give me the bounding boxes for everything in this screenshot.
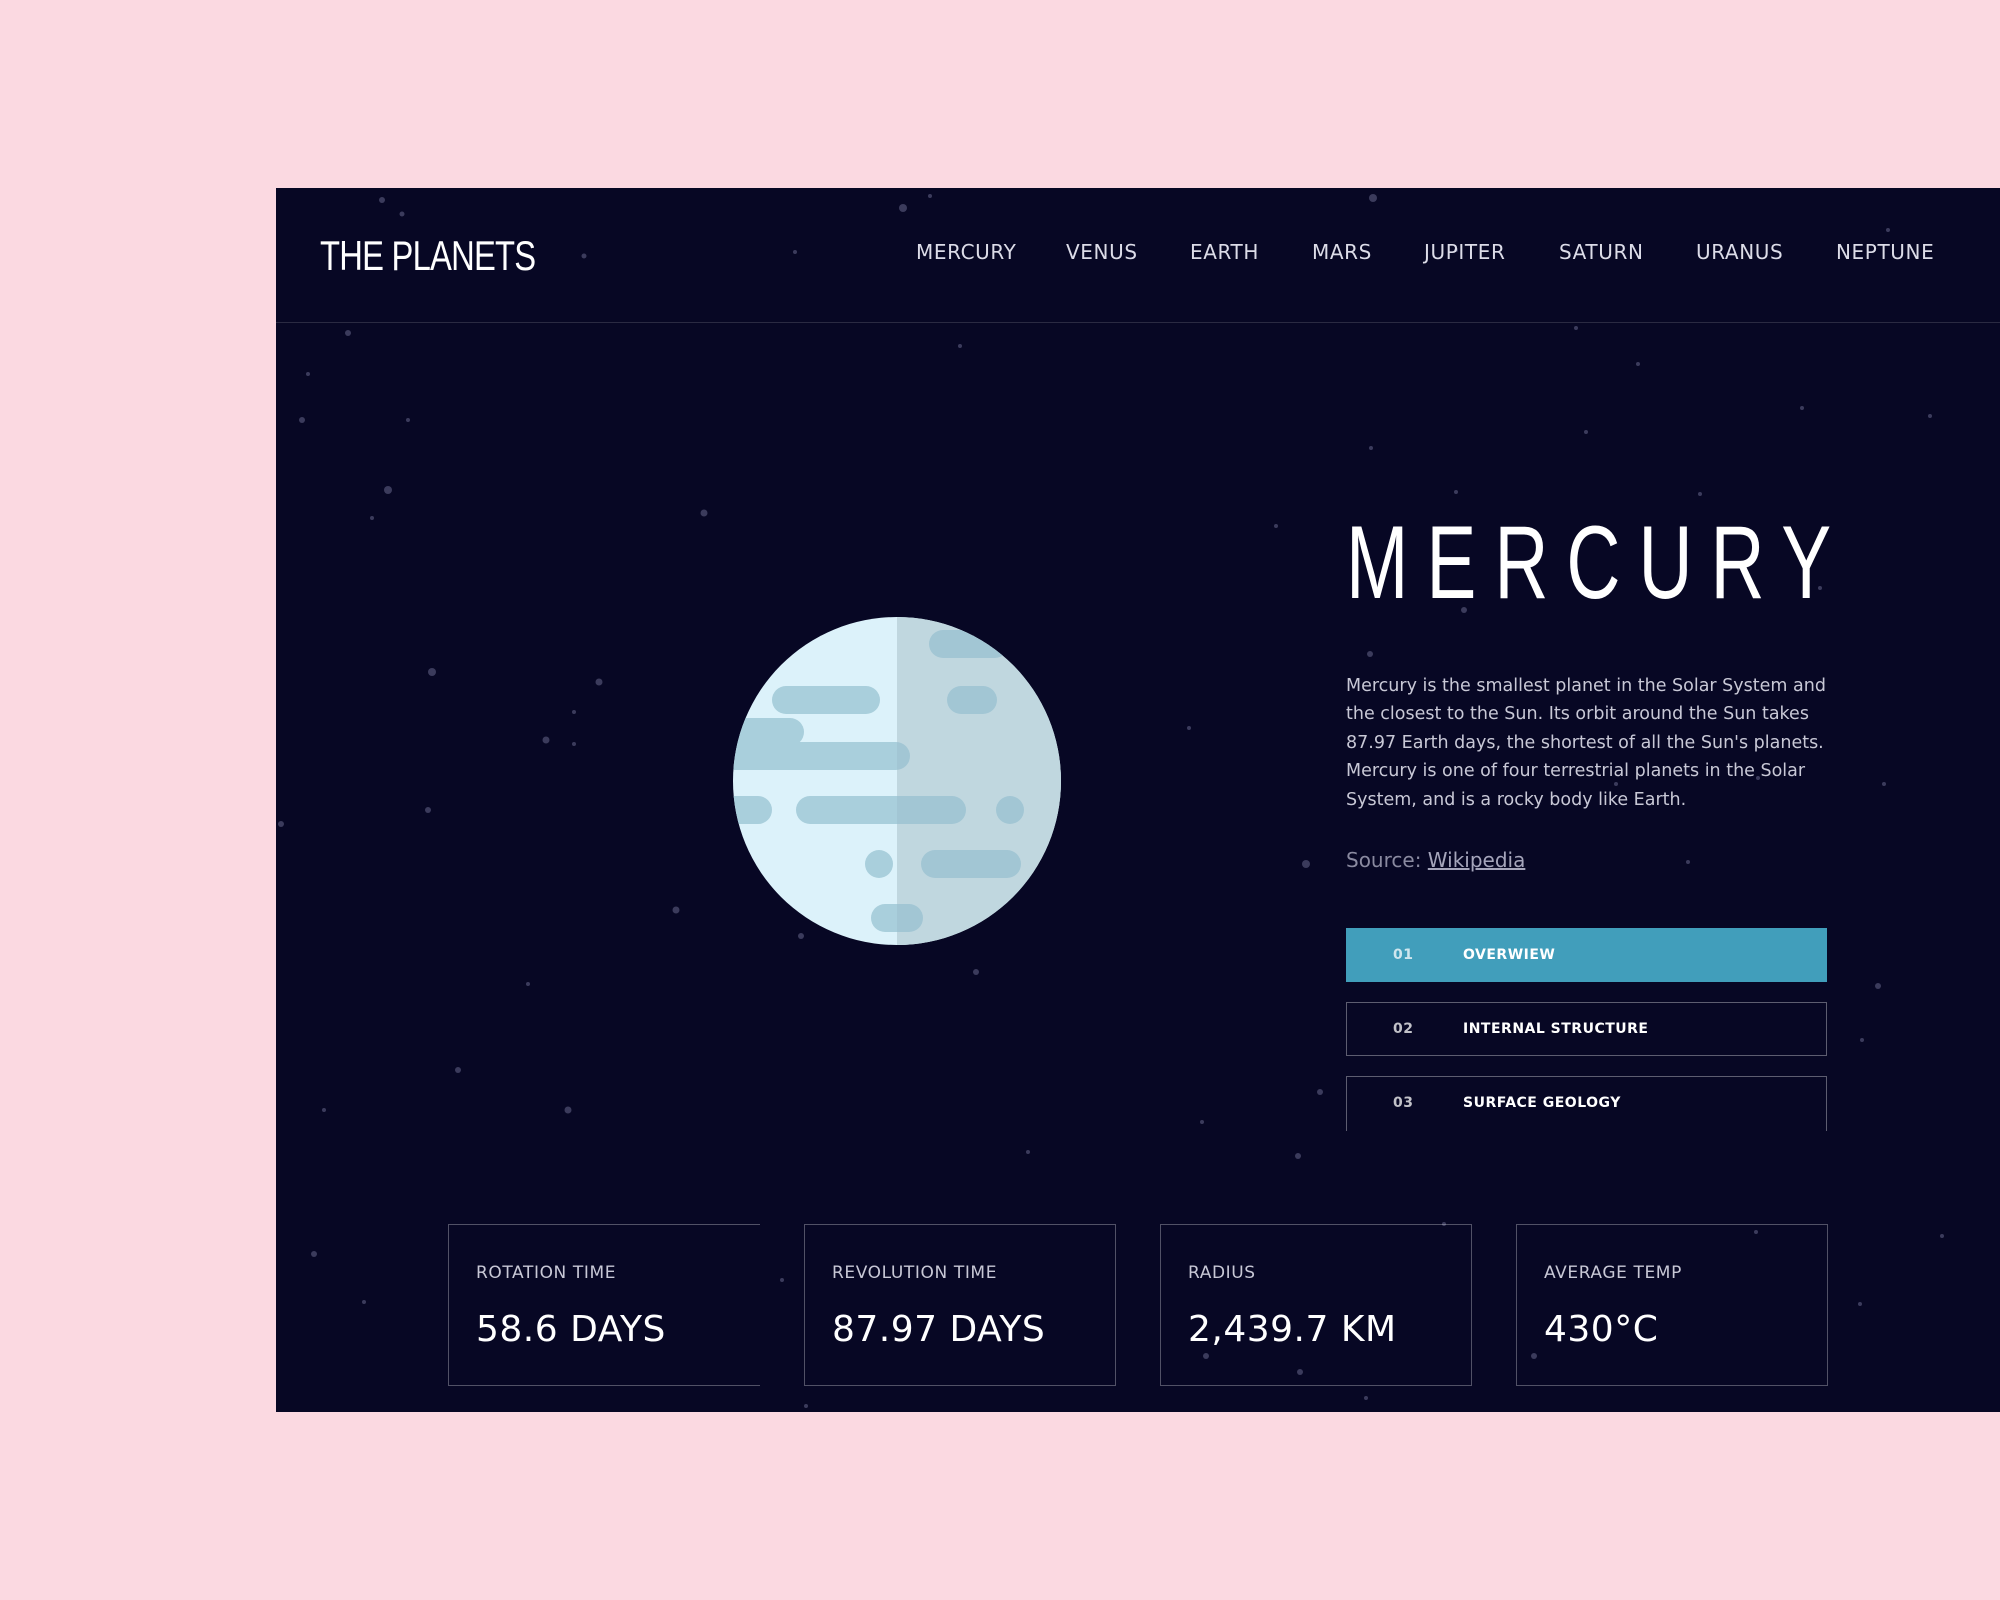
- nav-jupiter[interactable]: JUPITER: [1424, 240, 1505, 264]
- stat-value: 2,439.7 KM: [1188, 1309, 1397, 1350]
- tab-internal-structure[interactable]: 02 INTERNAL STRUCTURE: [1346, 1002, 1827, 1056]
- stat-rotation-time: ROTATION TIME 58.6 DAYS: [448, 1224, 760, 1386]
- tab-overview[interactable]: 01 OVERWIEW: [1346, 928, 1827, 982]
- planet-description: Mercury is the smallest planet in the So…: [1346, 675, 1826, 810]
- tab-label: INTERNAL STRUCTURE: [1463, 1021, 1649, 1037]
- tab-number: 02: [1393, 1021, 1414, 1037]
- stat-label: REVOLUTION TIME: [832, 1263, 998, 1283]
- nav-mercury[interactable]: MERCURY: [916, 240, 1016, 264]
- planet-title: MERCURY: [1346, 505, 1850, 621]
- nav-uranus[interactable]: URANUS: [1696, 240, 1783, 264]
- stat-radius: RADIUS 2,439.7 KM: [1160, 1224, 1472, 1386]
- stat-value: 87.97 DAYS: [832, 1309, 1046, 1350]
- main-nav: MERCURY VENUS EARTH MARS JUPITER SATURN …: [276, 188, 2000, 322]
- nav-saturn[interactable]: SATURN: [1559, 240, 1644, 264]
- tab-number: 01: [1393, 947, 1414, 963]
- stat-label: RADIUS: [1188, 1263, 1256, 1283]
- tab-label: SURFACE GEOLOGY: [1463, 1095, 1621, 1111]
- nav-mars[interactable]: MARS: [1312, 240, 1372, 264]
- stat-revolution-time: REVOLUTION TIME 87.97 DAYS: [804, 1224, 1116, 1386]
- nav-earth[interactable]: EARTH: [1190, 240, 1259, 264]
- stat-label: AVERAGE TEMP: [1544, 1263, 1682, 1283]
- source-label: Source:: [1346, 848, 1422, 872]
- tab-label: OVERWIEW: [1463, 947, 1556, 963]
- stat-value: 58.6 DAYS: [476, 1309, 666, 1350]
- stat-average-temp: AVERAGE TEMP 430°C: [1516, 1224, 1828, 1386]
- stat-value: 430°C: [1544, 1309, 1659, 1350]
- stat-label: ROTATION TIME: [476, 1263, 617, 1283]
- site-header: THE PLANETS MERCURY VENUS EARTH MARS JUP…: [276, 188, 2000, 323]
- source-line: Source: Wikipedia: [1346, 848, 1525, 872]
- mercury-planet-icon: [733, 617, 1061, 945]
- nav-venus[interactable]: VENUS: [1066, 240, 1138, 264]
- nav-neptune[interactable]: NEPTUNE: [1836, 240, 1934, 264]
- app-window: THE PLANETS MERCURY VENUS EARTH MARS JUP…: [276, 188, 2000, 1412]
- tab-surface-geology[interactable]: 03 SURFACE GEOLOGY: [1346, 1076, 1827, 1131]
- source-link[interactable]: Wikipedia: [1428, 848, 1526, 872]
- tab-number: 03: [1393, 1095, 1414, 1111]
